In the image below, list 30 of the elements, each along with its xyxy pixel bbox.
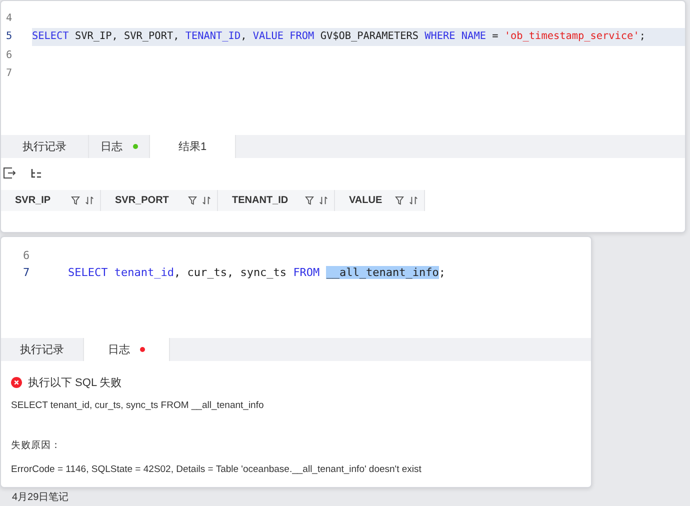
filter-icon[interactable] — [395, 196, 404, 205]
filter-icon[interactable] — [71, 196, 80, 205]
line-number: 6 — [22, 249, 31, 262]
reason-label: 失败原因： — [11, 439, 62, 452]
tab[interactable]: 结果1 — [150, 135, 236, 158]
sort-icon[interactable] — [319, 196, 328, 205]
error-message: ErrorCode = 1146, SQLState = 42S02, Details = Table 'oceanbase.__all_tenant_info' doesn't exist — [11, 464, 422, 475]
sql-text: SELECT tenant_id, cur_ts, sync_ts FROM __all_tenant_info — [11, 400, 265, 411]
tree-icon[interactable] — [30, 168, 42, 178]
filter-icon[interactable] — [305, 196, 314, 205]
line-number: 7 — [5, 68, 14, 80]
column-header: SVR_IP — [1, 190, 101, 211]
sort-icon[interactable] — [85, 196, 94, 205]
column-header: SVR_PORT — [101, 190, 218, 211]
sort-icon[interactable] — [409, 196, 418, 205]
column-header: TENANT_ID — [218, 190, 335, 211]
export-icon[interactable] — [3, 167, 16, 179]
line-number: 7 — [22, 266, 31, 279]
line-number: 6 — [5, 50, 14, 61]
sort-icon[interactable] — [202, 196, 211, 205]
line-number: 5 — [5, 31, 14, 42]
note-title: 4月29日笔记 — [11, 491, 70, 504]
error-icon — [11, 377, 22, 388]
tab[interactable]: 日志 — [84, 338, 170, 361]
column-header: VALUE — [335, 190, 425, 211]
filter-icon[interactable] — [188, 196, 197, 205]
code-line: SELECT tenant_id, cur_ts, sync_ts FROM __all_tenant_info; — [68, 265, 447, 281]
tab[interactable]: 执行记录 — [1, 135, 89, 158]
line-number: 4 — [5, 12, 14, 24]
log-title: 执行以下 SQL 失败 — [28, 376, 122, 390]
